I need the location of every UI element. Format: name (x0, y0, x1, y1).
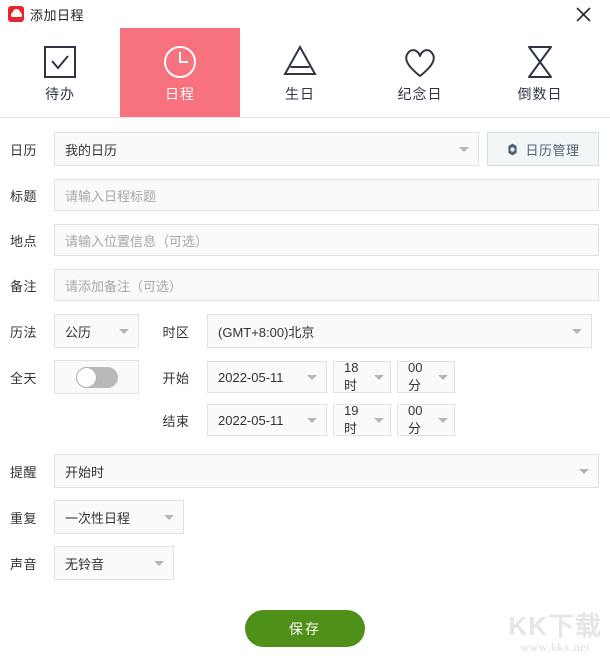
tab-label: 待办 (45, 85, 75, 102)
tab-anniversary[interactable]: 纪念日 (360, 28, 480, 117)
calendar-select[interactable]: 我的日历 (54, 132, 479, 166)
cake-icon (280, 42, 320, 82)
tab-birthday[interactable]: 生日 (240, 28, 360, 117)
hourglass-icon (521, 42, 559, 82)
start-hour-value: 18时 (344, 360, 359, 393)
chevron-down-icon (438, 375, 448, 380)
start-minute-value: 00分 (408, 360, 423, 393)
chevron-down-icon (307, 418, 317, 423)
start-hour-select[interactable]: 18时 (333, 360, 391, 393)
timezone-select[interactable]: (GMT+8:00)北京 (207, 314, 592, 348)
reminder-select[interactable]: 开始时 (54, 454, 599, 488)
chevron-down-icon (579, 469, 589, 474)
row-repeat: 重复 一次性日程 (0, 500, 610, 534)
calendar-select-value: 我的日历 (65, 142, 118, 158)
chevron-down-icon (119, 329, 129, 334)
end-date-value: 2022-05-11 (218, 412, 284, 428)
label-note: 备注 (10, 278, 38, 294)
tab-label: 生日 (285, 85, 315, 102)
start-date-select[interactable]: 2022-05-11 (207, 361, 327, 393)
close-icon (575, 6, 591, 22)
label-title: 标题 (10, 188, 38, 204)
toggle-track (75, 366, 118, 388)
chevron-down-icon (459, 147, 469, 152)
label-end: 结束 (162, 413, 190, 429)
start-minute-select[interactable]: 00分 (397, 360, 455, 393)
end-date-select[interactable]: 2022-05-11 (207, 404, 327, 436)
repeat-value: 一次性日程 (65, 510, 131, 526)
row-calendar: 日历 我的日历 日历管理 (0, 132, 610, 166)
sound-value: 无铃音 (65, 556, 105, 572)
tab-schedule[interactable]: 日程 (120, 28, 240, 117)
row-end: 结束 2022-05-11 19时 00分 (0, 403, 610, 436)
title-input-placeholder: 请输入日程标题 (65, 188, 157, 204)
note-input[interactable]: 请添加备注（可选） (54, 269, 599, 301)
chevron-down-icon (374, 418, 384, 423)
gear-icon (508, 143, 518, 155)
sound-select[interactable]: 无铃音 (54, 546, 174, 580)
window-title: 添加日程 (30, 7, 85, 23)
calendar-manage-label: 日历管理 (525, 142, 580, 158)
chevron-down-icon (307, 375, 317, 380)
repeat-select[interactable]: 一次性日程 (54, 500, 184, 534)
watermark-sub: www.kkx.net (520, 640, 590, 654)
row-reminder: 提醒 开始时 (0, 454, 610, 488)
heart-icon (400, 42, 440, 82)
all-day-toggle[interactable] (54, 360, 139, 394)
end-hour-value: 19时 (344, 403, 359, 436)
label-timezone: 时区 (162, 324, 190, 340)
event-form: 日历 我的日历 日历管理 标题 请输入日程标题 地点 请输入位置信息（可选） 备… (0, 132, 610, 647)
chevron-down-icon (572, 329, 582, 334)
row-calendar-system: 历法 公历 时区 (GMT+8:00)北京 (0, 314, 610, 348)
end-minute-select[interactable]: 00分 (397, 403, 455, 436)
watermark: KK下载 www.kkx.net (508, 610, 602, 655)
location-input-placeholder: 请输入位置信息（可选） (65, 233, 209, 249)
chevron-down-icon (438, 418, 448, 423)
label-repeat: 重复 (10, 510, 38, 526)
row-allday-start: 全天 开始 2022-05-11 18时 00分 (0, 360, 610, 394)
save-button[interactable]: 保存 (245, 610, 365, 647)
chevron-down-icon (154, 561, 164, 566)
label-sound: 声音 (10, 556, 38, 572)
close-button[interactable] (566, 0, 600, 28)
calendar-system-select[interactable]: 公历 (54, 314, 139, 348)
tab-label: 日程 (165, 85, 195, 102)
watermark-main: KK下载 (508, 610, 602, 641)
timezone-value: (GMT+8:00)北京 (218, 324, 315, 340)
row-note: 备注 请添加备注（可选） (0, 269, 610, 301)
title-input[interactable]: 请输入日程标题 (54, 179, 599, 211)
chevron-down-icon (164, 515, 174, 520)
label-calendar-system: 历法 (10, 324, 38, 340)
end-hour-select[interactable]: 19时 (333, 403, 391, 436)
location-input[interactable]: 请输入位置信息（可选） (54, 224, 599, 256)
label-start: 开始 (162, 370, 190, 386)
label-calendar: 日历 (10, 142, 38, 158)
calendar-manage-button[interactable]: 日历管理 (487, 132, 599, 166)
checkbox-icon (41, 42, 79, 82)
toggle-knob (76, 367, 96, 387)
row-location: 地点 请输入位置信息（可选） (0, 224, 610, 256)
label-reminder: 提醒 (10, 464, 38, 480)
tab-countdown[interactable]: 倒数日 (480, 28, 600, 117)
calendar-system-value: 公历 (65, 324, 92, 340)
label-location: 地点 (10, 233, 38, 249)
tab-label: 倒数日 (517, 85, 563, 102)
label-all-day: 全天 (10, 370, 38, 386)
tab-todo[interactable]: 待办 (0, 28, 120, 117)
tab-label: 纪念日 (397, 85, 443, 102)
type-tabstrip: 待办 日程 生日 纪念日 倒数日 (0, 28, 610, 118)
chevron-down-icon (374, 375, 384, 380)
reminder-value: 开始时 (65, 464, 105, 480)
clock-icon (160, 42, 200, 82)
row-sound: 声音 无铃音 (0, 546, 610, 580)
start-date-value: 2022-05-11 (218, 369, 284, 385)
cloud-app-icon (8, 6, 24, 22)
row-title: 标题 请输入日程标题 (0, 179, 610, 211)
title-bar: 添加日程 (0, 0, 610, 28)
note-input-placeholder: 请添加备注（可选） (65, 278, 183, 294)
end-minute-value: 00分 (408, 403, 423, 436)
